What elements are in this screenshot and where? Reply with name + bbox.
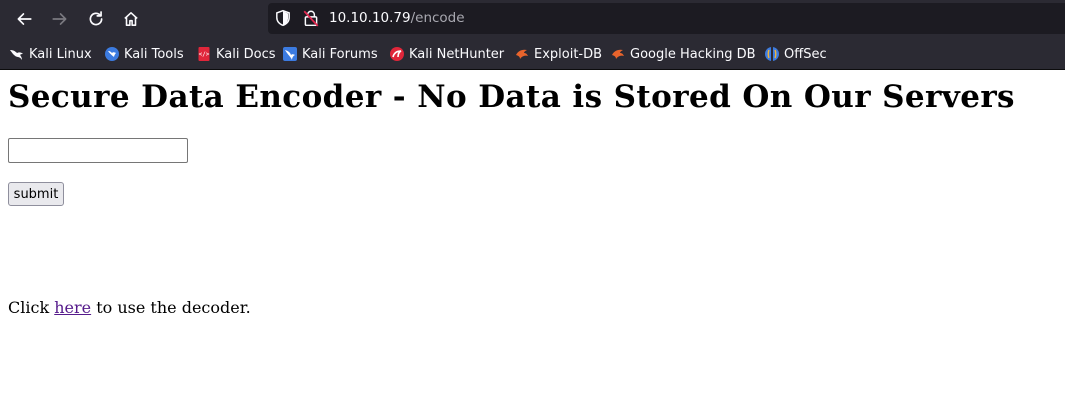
bookmark-label: OffSec bbox=[784, 46, 827, 62]
back-arrow-icon bbox=[17, 13, 32, 25]
kali-nethunter-icon bbox=[389, 46, 405, 62]
bookmark-label: Kali Docs bbox=[216, 46, 276, 62]
bookmark-google-hacking-db[interactable]: Google Hacking DB bbox=[610, 45, 756, 63]
bookmark-kali-tools[interactable]: Kali Tools bbox=[104, 45, 184, 63]
bookmark-label: Kali Linux bbox=[29, 46, 92, 62]
offsec-icon bbox=[764, 46, 780, 62]
forward-button[interactable] bbox=[47, 6, 73, 32]
kali-forums-icon bbox=[282, 46, 298, 62]
bookmark-label: Google Hacking DB bbox=[630, 46, 756, 62]
reload-icon bbox=[89, 11, 103, 26]
home-icon bbox=[124, 12, 138, 26]
reload-button[interactable] bbox=[83, 6, 109, 32]
bookmark-label: Kali NetHunter bbox=[409, 46, 505, 62]
bookmark-offsec[interactable]: OffSec bbox=[764, 45, 827, 63]
kali-dragon-icon bbox=[9, 46, 25, 62]
forward-arrow-icon bbox=[52, 13, 67, 25]
decoder-suffix-text: to use the decoder. bbox=[91, 298, 251, 317]
bookmark-kali-nethunter[interactable]: Kali NetHunter bbox=[389, 45, 504, 63]
kali-docs-icon: </> bbox=[196, 46, 212, 62]
submit-button[interactable]: submit bbox=[8, 182, 64, 206]
url-host: 10.10.10.79 bbox=[329, 10, 411, 26]
home-button[interactable] bbox=[118, 6, 144, 32]
page-content: Secure Data Encoder - No Data is Stored … bbox=[0, 71, 1065, 407]
browser-toolbar: 10.10.10.79/encode bbox=[0, 0, 1065, 37]
insecure-lock-icon[interactable] bbox=[302, 9, 320, 27]
bookmark-exploit-db[interactable]: Exploit-DB bbox=[514, 45, 602, 63]
bookmark-kali-forums[interactable]: Kali Forums bbox=[282, 45, 378, 63]
page-heading: Secure Data Encoder - No Data is Stored … bbox=[8, 79, 1015, 115]
encode-text-input[interactable] bbox=[8, 138, 188, 163]
back-button[interactable] bbox=[11, 6, 37, 32]
bookmarks-toolbar: Kali Linux Kali Tools </> Kali Docs Kali… bbox=[0, 37, 1065, 70]
bookmark-label: Exploit-DB bbox=[534, 46, 603, 62]
decoder-link[interactable]: here bbox=[54, 298, 91, 317]
address-bar[interactable]: 10.10.10.79/encode bbox=[268, 3, 1065, 34]
bookmark-label: Kali Tools bbox=[124, 46, 184, 62]
bookmark-kali-linux[interactable]: Kali Linux bbox=[9, 45, 92, 63]
kali-tools-icon bbox=[104, 46, 120, 62]
bookmark-kali-docs[interactable]: </> Kali Docs bbox=[196, 45, 276, 63]
ghdb-icon bbox=[610, 46, 626, 62]
bookmark-label: Kali Forums bbox=[302, 46, 378, 62]
exploit-db-icon bbox=[514, 46, 530, 62]
url-path: /encode bbox=[410, 10, 465, 26]
tracking-shield-icon[interactable] bbox=[274, 9, 292, 27]
svg-text:</>: </> bbox=[199, 51, 210, 58]
url-text[interactable]: 10.10.10.79/encode bbox=[329, 10, 465, 26]
decoder-link-line: Click here to use the decoder. bbox=[8, 298, 251, 317]
decoder-prefix-text: Click bbox=[8, 298, 55, 317]
